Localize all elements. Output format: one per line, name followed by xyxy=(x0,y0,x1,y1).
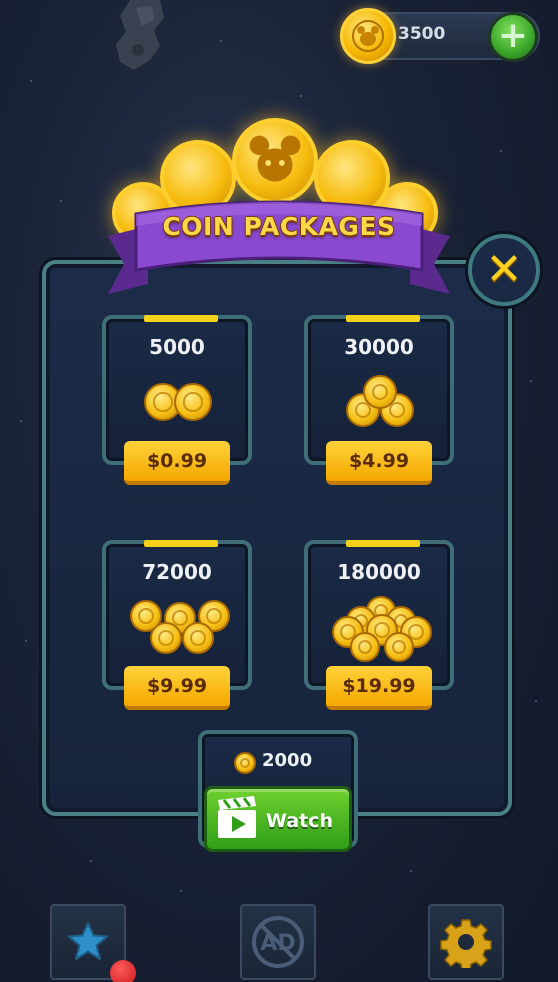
no-ads-icon: AD xyxy=(252,916,304,968)
card-tab xyxy=(144,540,218,547)
card-tab xyxy=(144,315,218,322)
star-icon xyxy=(68,922,108,960)
buy-button-19.99[interactable]: $19.99 xyxy=(326,666,432,710)
asteroid-decoration xyxy=(116,0,164,70)
coin-pair-icon xyxy=(106,369,248,439)
close-x-icon: ✕ xyxy=(485,244,523,295)
reward-amount: 2000 xyxy=(262,750,313,771)
package-amount: 5000 xyxy=(149,335,205,359)
buy-button-4.99[interactable]: $4.99 xyxy=(326,441,432,485)
panel-title: COIN PACKAGES xyxy=(162,212,396,241)
remove-ads-button[interactable]: AD xyxy=(240,904,316,980)
package-amount: 180000 xyxy=(337,560,421,584)
buy-button-9.99[interactable]: $9.99 xyxy=(124,666,230,710)
no-ads-label: AD xyxy=(260,931,295,956)
card-tab xyxy=(346,540,420,547)
coin-stack-small-icon xyxy=(308,369,450,439)
coin-icon xyxy=(340,8,396,64)
package-amount: 72000 xyxy=(142,560,212,584)
coin-pile-icon xyxy=(106,594,248,664)
notification-dot xyxy=(110,960,136,982)
coin-balance-value: 3500 xyxy=(398,24,446,44)
buy-button-0.99[interactable]: $0.99 xyxy=(124,441,230,485)
package-amount: 30000 xyxy=(344,335,414,359)
gear-icon xyxy=(440,919,492,968)
card-tab xyxy=(346,315,420,322)
clapperboard-icon xyxy=(218,796,256,838)
close-button[interactable]: ✕ xyxy=(468,234,540,306)
plus-icon: + xyxy=(497,14,529,56)
add-coins-button[interactable]: + xyxy=(488,12,538,62)
watch-button-label: Watch xyxy=(266,810,333,832)
settings-button[interactable] xyxy=(428,904,504,980)
coin-heap-icon xyxy=(308,594,450,664)
coin-icon xyxy=(234,752,256,774)
